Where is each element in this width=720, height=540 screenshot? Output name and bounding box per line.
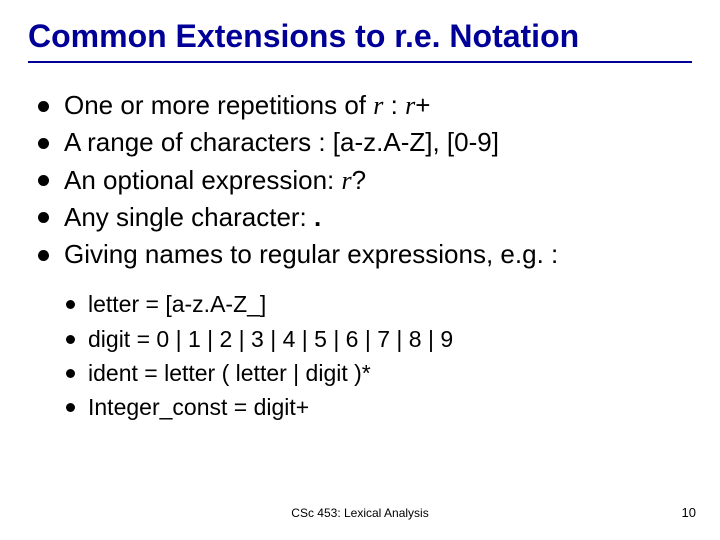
- sub-bullet-list: letter = [a-z.A-Z_] digit = 0 | 1 | 2 | …: [28, 289, 692, 422]
- footer-page-number: 10: [682, 505, 696, 520]
- sub-bullet-item: letter = [a-z.A-Z_]: [62, 289, 692, 319]
- bullet-item: Any single character: .: [34, 201, 692, 234]
- sub-bullet-item: Integer_const = digit+: [62, 392, 692, 422]
- slide: Common Extensions to r.e. Notation One o…: [0, 0, 720, 540]
- bullet-item: One or more repetitions of r : r+: [34, 89, 692, 122]
- bullet-item: Giving names to regular expressions, e.g…: [34, 238, 692, 271]
- bullet-list: One or more repetitions of r : r+ A rang…: [28, 89, 692, 271]
- footer-course: CSc 453: Lexical Analysis: [0, 506, 720, 520]
- slide-title: Common Extensions to r.e. Notation: [28, 18, 692, 55]
- bullet-item: A range of characters : [a-z.A-Z], [0-9]: [34, 126, 692, 159]
- title-underline: [28, 61, 692, 63]
- sub-bullet-item: ident = letter ( letter | digit )*: [62, 358, 692, 388]
- sub-bullet-item: digit = 0 | 1 | 2 | 3 | 4 | 5 | 6 | 7 | …: [62, 324, 692, 354]
- bullet-item: An optional expression: r?: [34, 164, 692, 197]
